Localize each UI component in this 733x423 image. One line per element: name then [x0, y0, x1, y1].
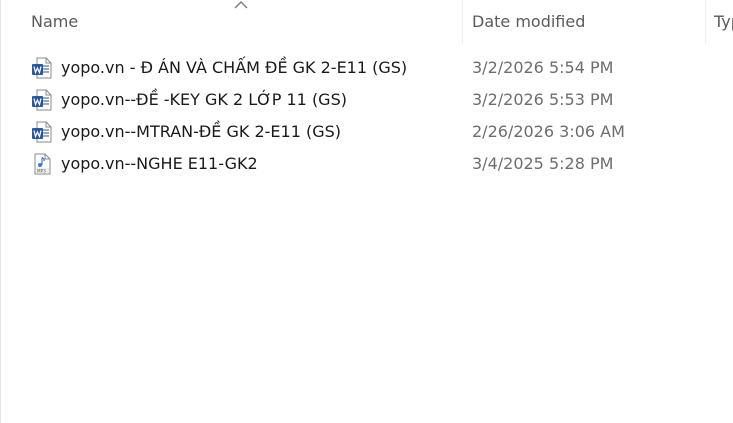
file-date-modified: 3/2/2026 5:54 PM: [472, 58, 614, 77]
file-name: yopo.vn - Đ ÁN VÀ CHẤM ĐỀ GK 2-E11 (GS): [61, 58, 408, 77]
word-doc-icon: [32, 89, 52, 111]
file-name: yopo.vn--ĐỀ -KEY GK 2 LỚP 11 (GS): [61, 90, 347, 109]
file-date-modified: 3/4/2025 5:28 PM: [472, 154, 614, 173]
word-doc-icon: [32, 121, 52, 143]
column-divider[interactable]: [462, 0, 463, 44]
column-divider[interactable]: [705, 0, 706, 44]
column-header-name[interactable]: Name: [31, 0, 461, 44]
file-name: yopo.vn--MTRAN-ĐỀ GK 2-E11 (GS): [61, 122, 342, 141]
file-row[interactable]: yopo.vn - Đ ÁN VÀ CHẤM ĐỀ GK 2-E11 (GS) …: [1, 52, 733, 84]
column-header-type[interactable]: Typ: [714, 0, 733, 44]
file-explorer-details-view: Name Date modified Typ yopo.vn - Đ ÁN VÀ…: [0, 0, 733, 423]
column-header-bar: Name Date modified Typ: [1, 0, 733, 44]
file-row[interactable]: MP3 yopo.vn--NGHE E11-GK2 3/4/2025 5:28 …: [1, 148, 733, 180]
mp3-file-icon: MP3: [34, 153, 51, 175]
file-date-modified: 3/2/2026 5:53 PM: [472, 90, 614, 109]
file-row[interactable]: yopo.vn--MTRAN-ĐỀ GK 2-E11 (GS) 2/26/202…: [1, 116, 733, 148]
file-row[interactable]: yopo.vn--ĐỀ -KEY GK 2 LỚP 11 (GS) 3/2/20…: [1, 84, 733, 116]
file-date-modified: 2/26/2026 3:06 AM: [472, 122, 625, 141]
svg-text:MP3: MP3: [37, 168, 46, 173]
file-name: yopo.vn--NGHE E11-GK2: [61, 154, 258, 173]
word-doc-icon: [32, 57, 52, 79]
column-header-date-modified[interactable]: Date modified: [472, 0, 705, 44]
file-list: yopo.vn - Đ ÁN VÀ CHẤM ĐỀ GK 2-E11 (GS) …: [1, 52, 733, 180]
